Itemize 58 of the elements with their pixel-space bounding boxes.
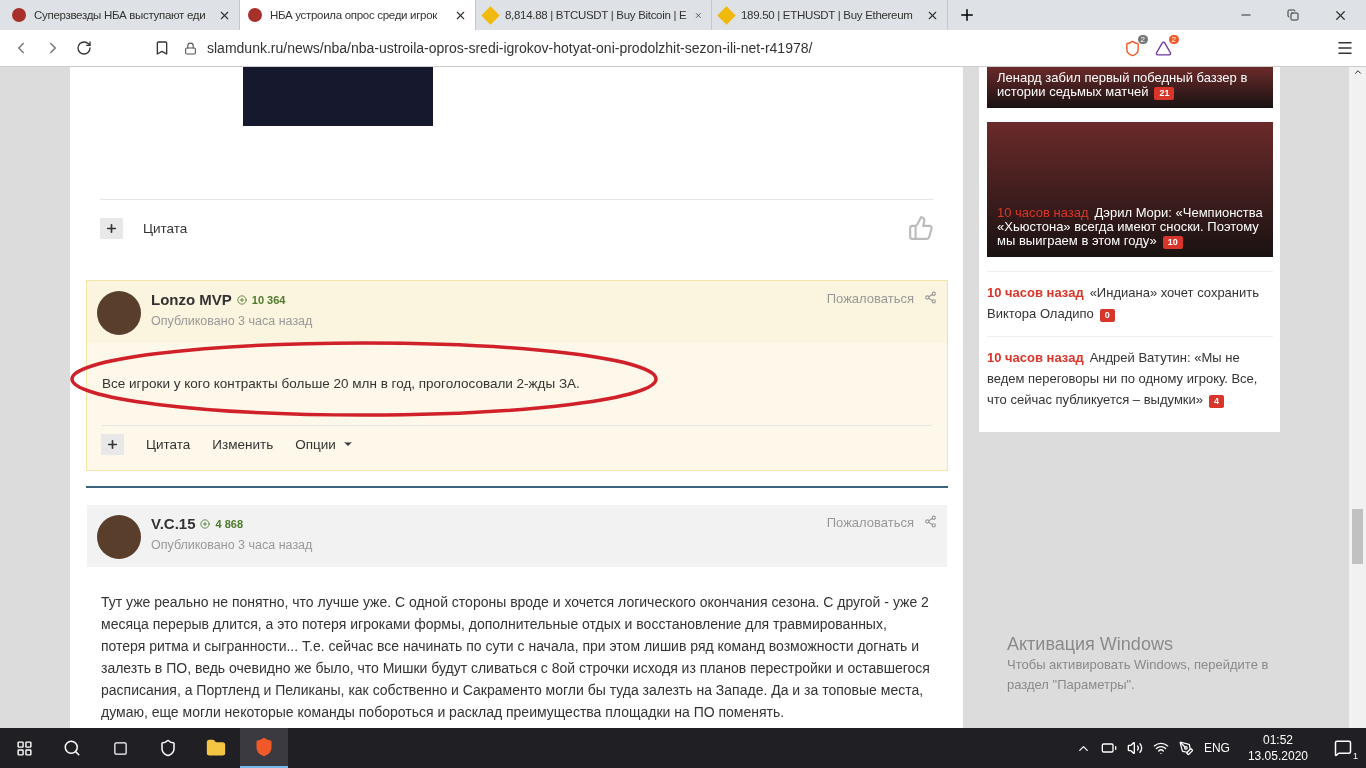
post-date: Опубликовано 3 часа назад: [151, 538, 313, 552]
plus-icon: [106, 437, 119, 451]
scroll-up-icon: [1352, 67, 1363, 77]
news-photo-card[interactable]: Ленард забил первый победный баззер в истории седьмых матчей 21: [987, 67, 1273, 108]
post-action-link[interactable]: Изменить: [212, 436, 274, 452]
notification-count: 1: [1353, 751, 1358, 761]
post-action-link[interactable]: Цитата: [146, 436, 191, 452]
avatar[interactable]: [97, 515, 141, 559]
tab-title: Суперзвезды НБА выступают еди: [34, 9, 207, 21]
plus-button[interactable]: [100, 217, 123, 239]
news-photo-card[interactable]: 10 часов назад Дэрил Мори: «Чемпионства «Хьюстона» всегда имеют сноски. Поэтому мы выиграем в этом году» 10: [987, 122, 1273, 257]
volume-icon[interactable]: [1126, 740, 1143, 756]
news-headline[interactable]: 10 часов назад «Индиана» хочет сохранить Виктора Оладипо 0: [987, 271, 1273, 336]
activation-text: Чтобы активировать Windows, перейдите в раздел "Параметры".: [1007, 656, 1270, 694]
notification-icon[interactable]: [1334, 739, 1352, 757]
browser-tab[interactable]: 8,814.88 | BTCUSDT | Buy Bitcoin | E: [476, 0, 712, 30]
share-icon[interactable]: [924, 291, 937, 304]
lock-icon: [184, 41, 197, 55]
browser-tab[interactable]: НБА устроила опрос среди игрок: [240, 0, 476, 30]
author-name[interactable]: V.C.15: [151, 515, 196, 532]
browser-tab[interactable]: 189.50 | ETHUSDT | Buy Ethereum: [712, 0, 948, 30]
avatar[interactable]: [97, 291, 141, 335]
count-badge: 2: [1168, 34, 1179, 44]
scrollbar-thumb[interactable]: [1352, 509, 1363, 564]
restore-icon[interactable]: [1287, 9, 1299, 21]
url-field[interactable]: slamdunk.ru/news/nba/nba-ustroila-opros-sredi-igrokov-hotyat-oni-prodolzhit-sezon-ili-net-r41978/: [207, 40, 813, 56]
news-headline: Ленард забил первый победный баззер в истории седьмых матчей 21: [997, 71, 1249, 100]
new-tab-icon[interactable]: [958, 6, 976, 24]
scrollbar[interactable]: [1349, 67, 1366, 728]
tab-title: НБА устроила опрос среди игрок: [270, 9, 439, 21]
post-date: Опубликовано 3 часа назад: [151, 314, 313, 328]
language-indicator[interactable]: ENG: [1203, 741, 1230, 755]
plus-button[interactable]: [101, 433, 124, 455]
count-badge: 2: [1137, 34, 1148, 44]
battery-icon[interactable]: [1100, 740, 1117, 756]
activation-title: Активация Windows: [1007, 634, 1174, 655]
post-text: Все игроки у кого контракты больше 20 млн в год, проголосовали 2-жды ЗА.: [102, 376, 580, 391]
tab-title: 8,814.88 | BTCUSDT | Buy Bitcoin | E: [505, 9, 687, 21]
tab-title: 189.50 | ETHUSDT | Buy Ethereum: [741, 9, 914, 21]
author-name[interactable]: Lonzo MVP: [151, 291, 232, 308]
menu-icon[interactable]: [1336, 39, 1354, 57]
plus-icon: [200, 518, 211, 529]
thumbs-up-icon[interactable]: [908, 215, 934, 241]
pen-icon[interactable]: [1178, 740, 1194, 756]
reputation: 10 364: [251, 293, 286, 306]
plus-icon: [105, 221, 118, 235]
news-headline: 10 часов назад Дэрил Мори: «Чемпионства «Хьюстона» всегда имеют сноски. Поэтому мы выиграем в этом году» 10: [997, 206, 1263, 249]
wifi-icon[interactable]: [1152, 740, 1169, 756]
clock[interactable]: 01:52 13.05.2020: [1239, 732, 1316, 764]
post-action-link[interactable]: Опции: [295, 436, 354, 452]
quote-link[interactable]: Цитата: [143, 220, 188, 236]
post-text: Тут уже реально не понятно, что лучше уже. С одной стороны вроде и хочется логического окончания сезона. С другой - уже 2 месяца перерыв длится, а это потеря игроками формы, дополнительные отдых и восстановление для травмированных, потеря ритма и сыгранности... Т.е. сейчас все начинать по сути с начала, при этом лишив ряд команд возможности догнать и залезть в ПО, ведь очевидно же было, что Мишки будут сливаться с 8ой строчки исходя из планов перестройки и оставшегося расписания, а Портленд и Пеликаны, как собственно и Сакраменто могли бы туда залезть на Западе. Да и за топовые места, думаю, еще могли некоторые команды побороться и расклад преимущества площадки на ПО поменять.: [100, 593, 931, 722]
news-headline[interactable]: 10 часов назад Андрей Ватутин: «Мы не ведем переговоры ни по одному игроку. Все, что сейчас публикуется – выдумки» 4: [987, 336, 1273, 422]
reputation: 4 868: [215, 517, 243, 530]
plus-icon: [236, 294, 247, 305]
bookmark-icon[interactable]: [154, 40, 170, 56]
triangle-icon[interactable]: [1155, 39, 1172, 57]
reload-icon[interactable]: [76, 40, 92, 56]
